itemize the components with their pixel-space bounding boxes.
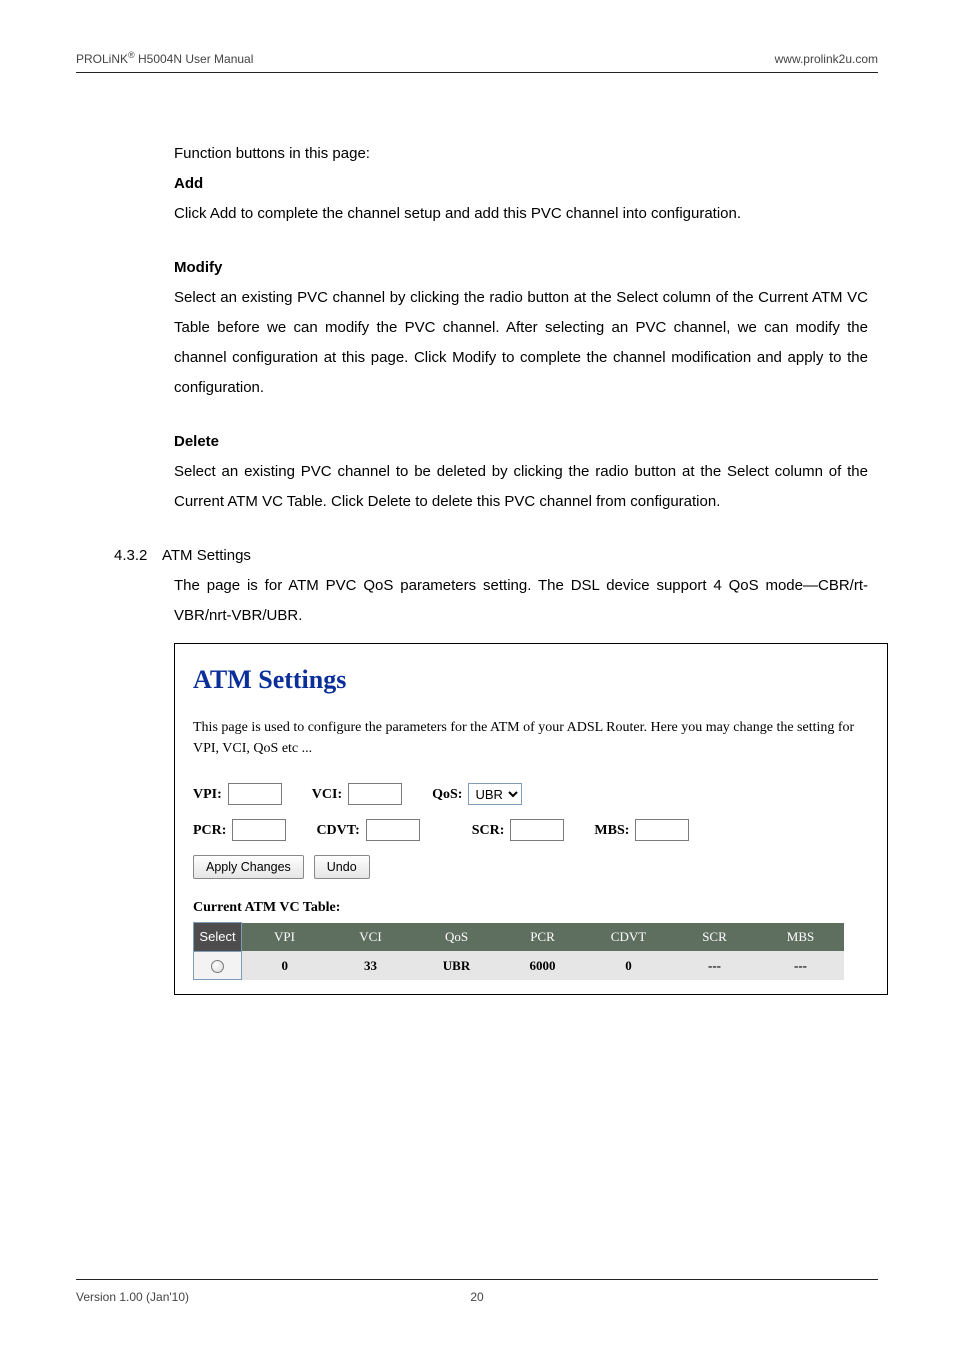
mbs-label: MBS: xyxy=(594,820,629,841)
delete-heading: Delete xyxy=(174,427,868,457)
footer-left: Version 1.00 (Jan'10) xyxy=(76,1290,189,1304)
vc-table-caption: Current ATM VC Table: xyxy=(193,897,869,918)
apply-changes-button[interactable]: Apply Changes xyxy=(193,855,304,879)
add-heading: Add xyxy=(174,169,868,199)
row-mbs: --- xyxy=(758,951,844,980)
scr-label: SCR: xyxy=(472,820,505,841)
col-scr: SCR xyxy=(672,923,758,952)
section-title: ATM Settings xyxy=(162,547,251,564)
radio-icon[interactable] xyxy=(211,960,224,973)
vci-input[interactable] xyxy=(348,783,402,805)
section-number: 4.3.2 xyxy=(114,541,162,571)
delete-text: Select an existing PVC channel to be del… xyxy=(174,457,868,517)
col-mbs: MBS xyxy=(758,923,844,952)
mbs-input[interactable] xyxy=(635,819,689,841)
row-vpi: 0 xyxy=(242,951,328,980)
col-qos: QoS xyxy=(414,923,500,952)
vci-label: VCI: xyxy=(312,784,342,805)
header-left: PROLiNK® H5004N User Manual xyxy=(76,50,253,66)
table-row: 0 33 UBR 6000 0 --- --- xyxy=(194,951,844,980)
header-right: www.prolink2u.com xyxy=(775,52,878,66)
col-vci: VCI xyxy=(328,923,414,952)
pcr-input[interactable] xyxy=(232,819,286,841)
col-select: Select xyxy=(194,923,242,952)
row-qos: UBR xyxy=(414,951,500,980)
vc-table-header-row: Select VPI VCI QoS PCR CDVT SCR MBS xyxy=(194,923,844,952)
cdvt-label: CDVT: xyxy=(316,820,359,841)
row-select[interactable] xyxy=(194,951,242,980)
atm-settings-screenshot: ATM Settings This page is used to config… xyxy=(174,643,888,995)
qos-label: QoS: xyxy=(432,784,462,805)
page-footer: Version 1.00 (Jan'10) 20 xyxy=(76,1279,878,1304)
page-number: 20 xyxy=(470,1290,483,1304)
form-row-2: PCR: CDVT: SCR: MBS: xyxy=(193,819,869,841)
col-vpi: VPI xyxy=(242,923,328,952)
qos-select[interactable]: UBR xyxy=(468,783,522,805)
col-cdvt: CDVT xyxy=(586,923,672,952)
scr-input[interactable] xyxy=(510,819,564,841)
modify-text: Select an existing PVC channel by clicki… xyxy=(174,283,868,403)
undo-button[interactable]: Undo xyxy=(314,855,370,879)
shot-title: ATM Settings xyxy=(193,660,869,699)
form-row-1: VPI: VCI: QoS: UBR xyxy=(193,783,869,805)
row-cdvt: 0 xyxy=(586,951,672,980)
vpi-label: VPI: xyxy=(193,784,222,805)
row-scr: --- xyxy=(672,951,758,980)
page-content: Function buttons in this page: Add Click… xyxy=(76,73,878,995)
row-pcr: 6000 xyxy=(500,951,586,980)
row-vci: 33 xyxy=(328,951,414,980)
cdvt-input[interactable] xyxy=(366,819,420,841)
pcr-label: PCR: xyxy=(193,820,226,841)
section-text: The page is for ATM PVC QoS parameters s… xyxy=(174,571,868,631)
col-pcr: PCR xyxy=(500,923,586,952)
vpi-input[interactable] xyxy=(228,783,282,805)
page-header: PROLiNK® H5004N User Manual www.prolink2… xyxy=(76,50,878,66)
shot-description: This page is used to configure the param… xyxy=(193,717,869,759)
footer-rule xyxy=(76,1279,878,1280)
section-heading-row: 4.3.2ATM Settings xyxy=(174,541,868,571)
intro-text: Function buttons in this page: xyxy=(174,139,868,169)
modify-heading: Modify xyxy=(174,253,868,283)
vc-table: Select VPI VCI QoS PCR CDVT SCR MBS 0 3 xyxy=(193,922,844,980)
form-row-buttons: Apply Changes Undo xyxy=(193,855,869,879)
add-text: Click Add to complete the channel setup … xyxy=(174,199,868,229)
